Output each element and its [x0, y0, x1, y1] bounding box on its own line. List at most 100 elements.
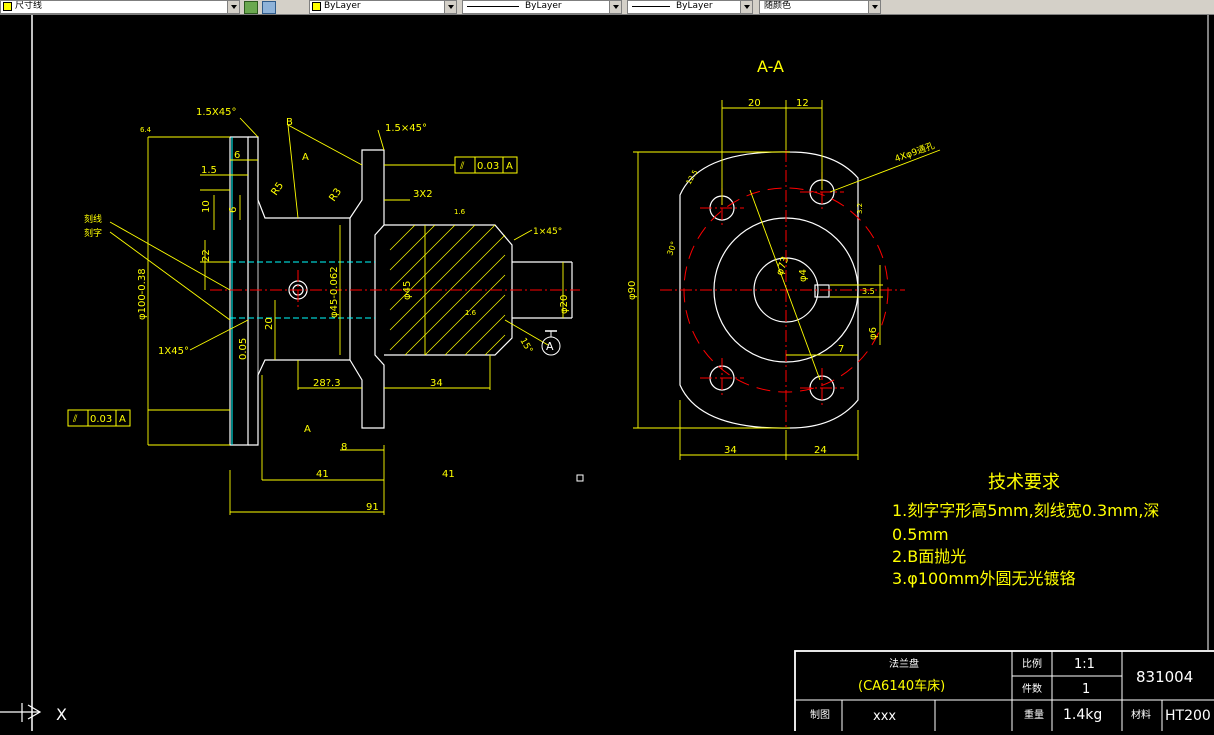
weight-label: 重量 — [1024, 708, 1044, 721]
label-dim: 6 — [234, 150, 240, 161]
datum-label: A — [546, 340, 554, 353]
label-chamfer: 1×45° — [533, 227, 562, 237]
layer-color-dropdown[interactable]: ByLayer — [309, 0, 457, 14]
material-value: HT200 — [1165, 708, 1211, 724]
label-dim: 8 — [341, 442, 347, 453]
chevron-down-icon — [227, 1, 239, 13]
dim-style-dropdown[interactable]: 尺寸线 — [0, 0, 240, 14]
flange-outline — [229, 136, 249, 446]
tech-requirements: 技术要求 1.刻字字形高5mm,刻线宽0.3mm,深 0.5mm 2.B面抛光 … — [892, 472, 1159, 588]
label-groove: 3X2 — [413, 189, 433, 200]
layer-previous-icon[interactable] — [262, 1, 276, 14]
label-radius: R3 — [327, 187, 344, 204]
label-dim: 28?.3 — [313, 378, 341, 389]
section-title: A-A — [757, 57, 784, 76]
properties-toolbar: 尺寸线 ByLayer ByLayer ByLayer 随颜色 — [0, 0, 1214, 15]
lineweight-dropdown[interactable]: ByLayer — [627, 0, 753, 14]
label-dim: 1.5 — [201, 165, 217, 176]
tolerance-datum: A — [119, 414, 126, 425]
label-dim: 7 — [838, 344, 844, 355]
hub-outline — [349, 149, 385, 429]
tolerance-frame-2: ⫽ 0.03 A — [67, 409, 131, 427]
label-section-a: A — [302, 152, 309, 163]
label-roughness: 6.4 — [140, 126, 152, 134]
tech-line: 1.刻字字形高5mm,刻线宽0.3mm,深 — [892, 501, 1159, 520]
ucs-icon: X — [0, 703, 67, 724]
linetype-dropdown[interactable]: ByLayer — [462, 0, 622, 14]
chevron-down-icon — [444, 1, 456, 13]
label-radius: R5 — [269, 181, 286, 198]
tolerance-value: 0.03 — [477, 161, 499, 172]
plot-style-value: 随颜色 — [764, 1, 792, 11]
label-dim: φ45 — [402, 281, 413, 300]
label-engrave: 刻线 — [84, 213, 102, 225]
machine-name: (CA6140车床) — [858, 678, 945, 694]
parallel-icon: ⫽ — [459, 161, 465, 172]
label-section-a: A — [304, 424, 311, 435]
color-swatch-icon — [3, 2, 12, 11]
label-dim: φ45-0.062 — [329, 266, 340, 318]
label-dim: 24 — [814, 445, 827, 456]
label-dim: φ90 — [627, 281, 638, 300]
label-dim: 22 — [201, 249, 212, 262]
label-dim: 34 — [430, 378, 443, 389]
grip-handle[interactable] — [576, 474, 584, 482]
centerlines — [210, 270, 580, 310]
label-dim: 3.5 — [862, 287, 875, 296]
label-dim: 15° — [517, 337, 534, 356]
chevron-down-icon — [868, 1, 880, 13]
label-chamfer: 1.5X45° — [196, 107, 236, 118]
tolerance-value: 0.03 — [90, 414, 112, 425]
drawn-value: xxx — [873, 709, 896, 724]
drawing-number: 831004 — [1136, 668, 1193, 686]
label-b-mark: B — [286, 117, 293, 128]
tech-line: 3.φ100mm外圆无光镀铬 — [892, 569, 1076, 588]
part-name: 法兰盘 — [889, 657, 919, 670]
scale-value: 1:1 — [1074, 657, 1095, 672]
dim-style-value: 尺寸线 — [15, 1, 43, 11]
label-dim: φ100-0.38 — [137, 268, 148, 320]
title-block-text: 法兰盘 (CA6140车床) 比例 1:1 件数 1 831004 制图 xxx… — [810, 657, 1211, 724]
layer-tool-icon[interactable] — [244, 1, 258, 14]
label-hole-spec: 4Xφ9通孔 — [893, 140, 936, 165]
qty-value: 1 — [1082, 682, 1090, 697]
label-dim: 20 — [264, 317, 275, 330]
weight-value: 1.4kg — [1063, 707, 1102, 723]
tech-line: 2.B面抛光 — [892, 547, 966, 566]
lineweight-value: ByLayer — [676, 1, 713, 11]
label-dim: 41 — [442, 469, 455, 480]
label-dim: 30° — [665, 240, 678, 256]
label-dim: 12 — [796, 98, 809, 109]
label-dim: 0.05 — [238, 338, 249, 360]
tolerance-datum: A — [506, 161, 513, 172]
drawn-label: 制图 — [810, 708, 830, 721]
label-dim: 6 — [228, 207, 239, 213]
linetype-value: ByLayer — [525, 1, 562, 11]
label-dim: φ20 — [559, 295, 570, 314]
drawing-svg[interactable]: 1.5X45° 1.5×45° B A A 1X45° 1×45° 3X2 刻线… — [0, 15, 1214, 735]
chevron-down-icon — [740, 1, 752, 13]
scale-label: 比例 — [1022, 657, 1042, 670]
main-view — [229, 136, 573, 446]
label-engrave: 刻字 — [84, 227, 102, 239]
label-roughness: 1.6 — [454, 208, 466, 216]
ucs-x-label: X — [56, 705, 67, 724]
label-chamfer: 1.5×45° — [385, 123, 427, 134]
plot-style-dropdown[interactable]: 随颜色 — [759, 0, 881, 14]
parallel-icon: ⫽ — [72, 414, 78, 425]
material-label: 材料 — [1131, 708, 1151, 721]
label-dim: φ6 — [868, 327, 879, 340]
label-roughness: 1.6 — [465, 309, 477, 317]
label-dim: 10 — [201, 200, 212, 213]
qty-label: 件数 — [1022, 682, 1042, 695]
tolerance-frame-1: ⫽ 0.03 A — [454, 156, 518, 174]
label-dim: 41 — [316, 469, 329, 480]
tech-title: 技术要求 — [988, 472, 1060, 493]
lineweight-sample — [632, 6, 670, 7]
linetype-sample — [467, 6, 519, 7]
label-chamfer: 1X45° — [158, 346, 189, 357]
chevron-down-icon — [609, 1, 621, 13]
drawing-canvas[interactable]: 1.5X45° 1.5×45° B A A 1X45° 1×45° 3X2 刻线… — [0, 15, 1214, 735]
label-dim: 34 — [724, 445, 737, 456]
label-dim: 91 — [366, 502, 379, 513]
